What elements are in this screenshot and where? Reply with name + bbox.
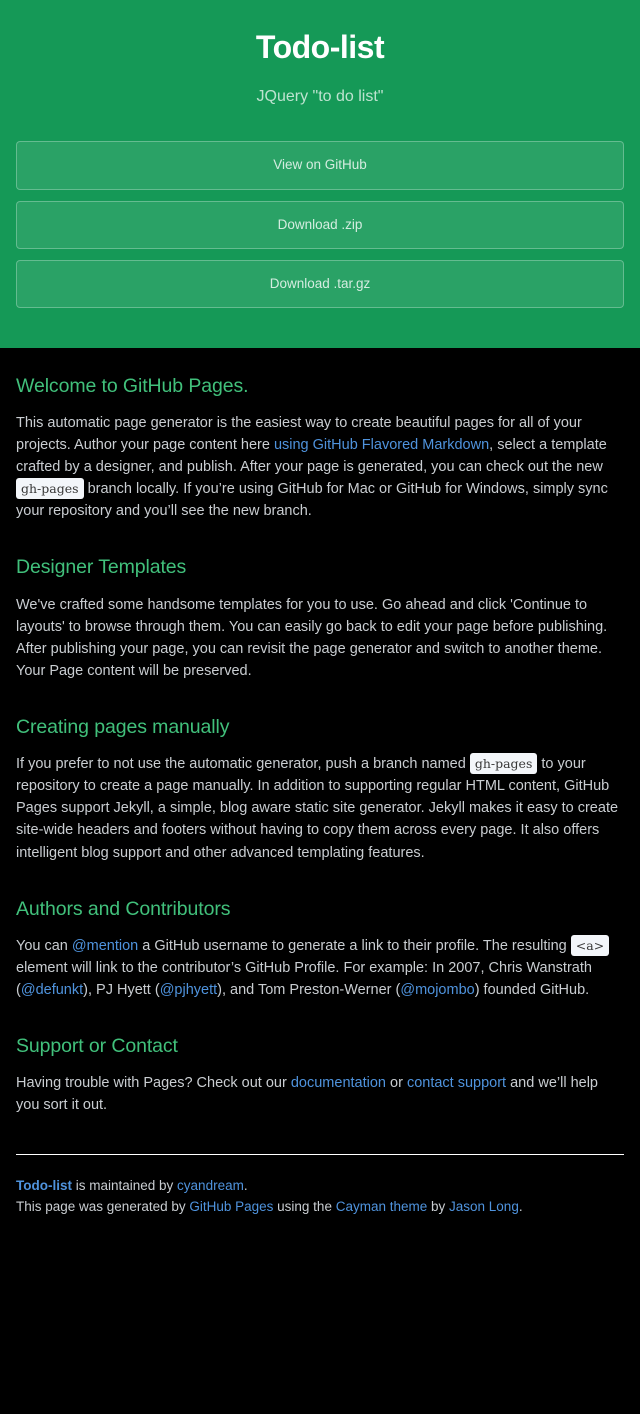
footer-owner-mid: is maintained by [71, 1178, 178, 1194]
heading-creating-pages-manually: Creating pages manually [16, 716, 230, 738]
main-content: Welcome to GitHub Pages. This automatic … [0, 348, 640, 1117]
heading-welcome: Welcome to GitHub Pages. [16, 374, 249, 397]
link-mention[interactable]: @mention [72, 938, 138, 954]
footer-owner-end: . [243, 1178, 248, 1194]
footer-owner-line: Todo-list is maintained by cyandream. [16, 1176, 624, 1197]
site-footer: Todo-list is maintained by cyandream. Th… [16, 1154, 624, 1218]
authors-text-e: ), and Tom Preston-Werner ( [217, 982, 401, 998]
link-pjhyett[interactable]: @pjhyett [160, 982, 217, 998]
footer-credits-d: . [518, 1199, 523, 1215]
footer-link-jason-long[interactable]: Jason Long [449, 1199, 519, 1214]
support-text-b: or [385, 1075, 407, 1092]
heading-authors-and-contributors: Authors and Contributors [16, 897, 231, 920]
link-github-flavored-markdown[interactable]: using GitHub Flavored Markdown [274, 437, 489, 453]
welcome-text-c: branch locally. If you’re using GitHub f… [16, 481, 608, 520]
paragraph-support: Having trouble with Pages? Check out our… [16, 1072, 624, 1116]
code-gh-pages-2: gh-pages [469, 753, 538, 775]
paragraph-authors: You can @mention a GitHub username to ge… [16, 934, 624, 1001]
footer-link-cayman-theme[interactable]: Cayman theme [336, 1199, 428, 1214]
paragraph-designer-templates: We've crafted some handsome templates fo… [16, 596, 608, 679]
authors-text-b: a GitHub username to generate a link to … [138, 937, 571, 954]
view-on-github-button[interactable]: View on GitHub [16, 141, 624, 190]
page-header: Todo-list JQuery "to do list" View on Gi… [0, 0, 640, 348]
page-root: Todo-list JQuery "to do list" View on Gi… [0, 0, 640, 1414]
footer-credits-line: This page was generated by GitHub Pages … [16, 1197, 624, 1218]
code-gh-pages: gh-pages [16, 478, 84, 500]
download-zip-button[interactable]: Download .zip [16, 200, 624, 249]
footer-credits-a: This page was generated by [16, 1199, 190, 1215]
paragraph-creating-pages: If you prefer to not use the automatic g… [16, 753, 624, 863]
link-documentation[interactable]: documentation [291, 1075, 386, 1091]
link-mojombo[interactable]: @mojombo [400, 982, 474, 998]
code-anchor-tag: <a> [570, 934, 610, 956]
authors-text-d: ), PJ Hyett ( [83, 982, 160, 998]
project-title: Todo-list [255, 29, 385, 65]
support-text-a: Having trouble with Pages? Check out our [16, 1075, 291, 1092]
paragraph-welcome: This automatic page generator is the eas… [16, 412, 624, 522]
footer-link-owner[interactable]: cyandream [177, 1178, 244, 1193]
link-contact-support[interactable]: contact support [407, 1075, 506, 1091]
footer-link-project[interactable]: Todo-list [16, 1178, 72, 1193]
project-tagline: JQuery "to do list" [256, 88, 384, 106]
header-button-row: View on GitHub Download .zip Download .t… [16, 141, 624, 308]
footer-credits-b: using the [273, 1199, 336, 1215]
authors-text-a: You can [16, 937, 72, 954]
download-targz-button[interactable]: Download .tar.gz [16, 259, 624, 308]
heading-designer-templates: Designer Templates [16, 556, 187, 579]
creating-text-a: If you prefer to not use the automatic g… [16, 756, 470, 773]
footer-credits-c: by [427, 1199, 450, 1215]
link-defunkt[interactable]: @defunkt [21, 982, 83, 998]
authors-text-f: ) founded GitHub. [474, 982, 590, 998]
heading-support-or-contact: Support or Contact [16, 1035, 178, 1058]
footer-link-github-pages[interactable]: GitHub Pages [189, 1199, 273, 1214]
